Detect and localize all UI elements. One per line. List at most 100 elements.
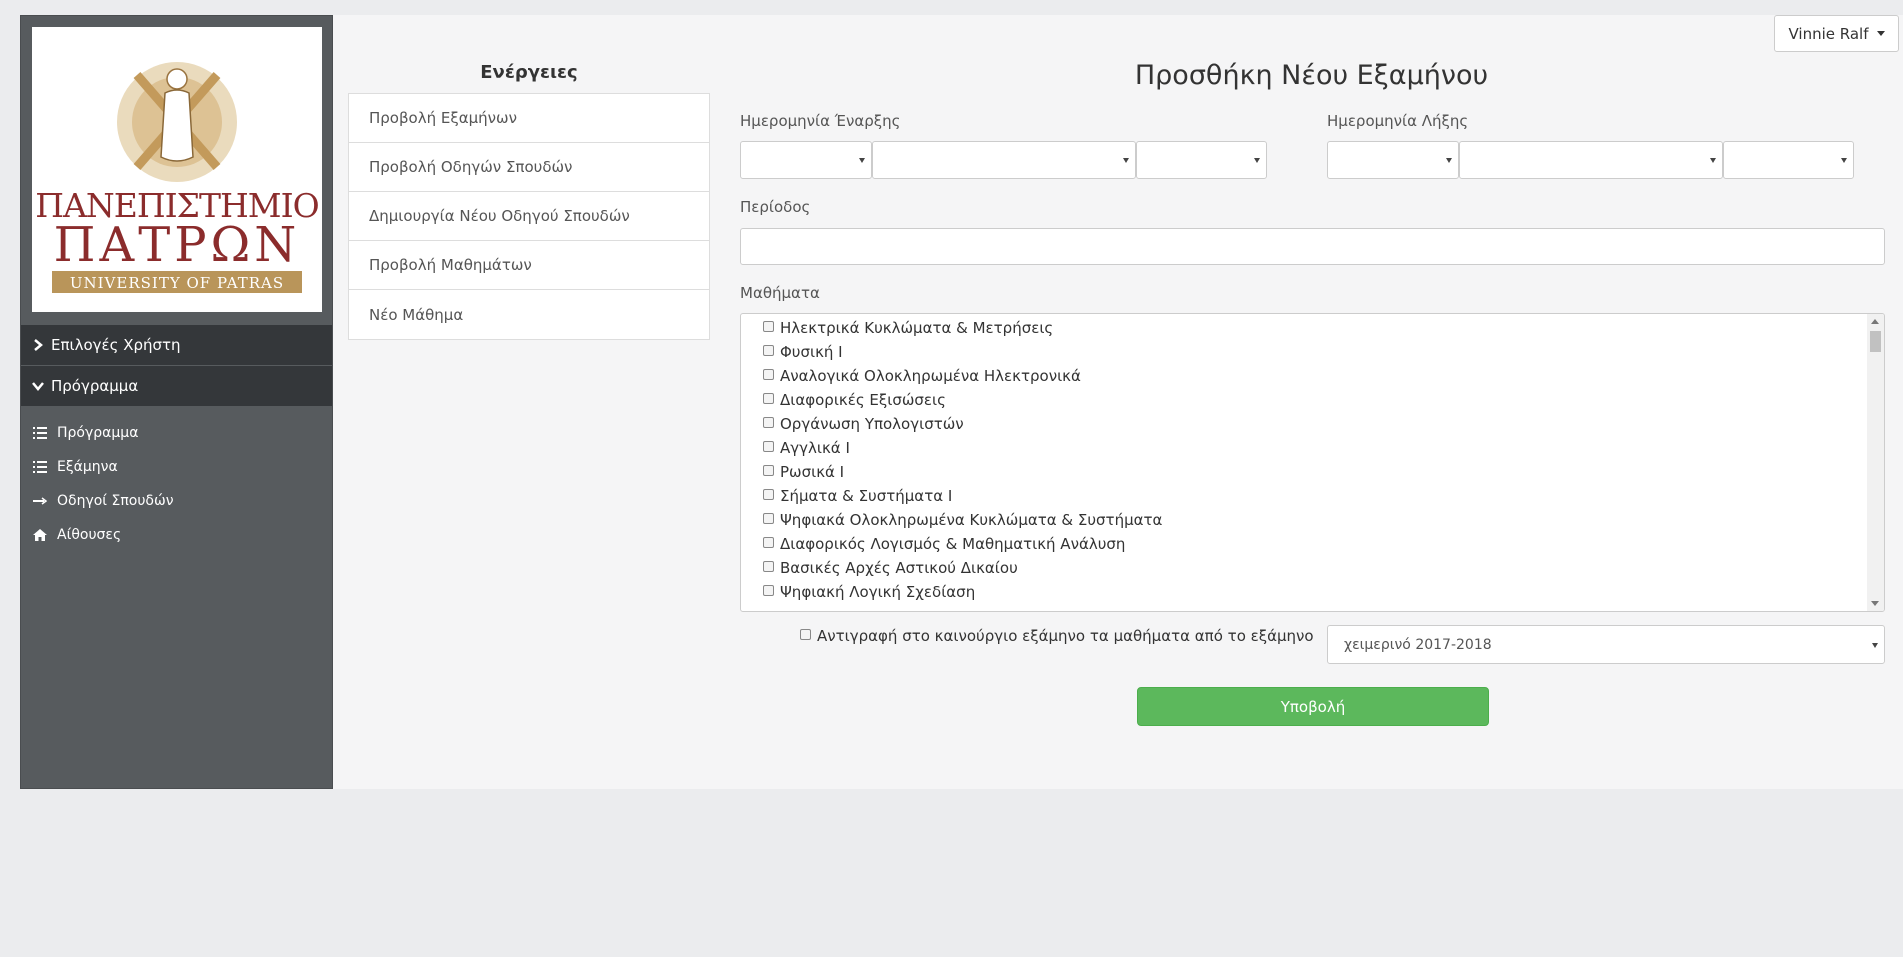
list-icon (33, 460, 47, 474)
sidebar-item-rooms[interactable]: Αίθουσες (33, 518, 174, 552)
course-checkbox[interactable] (763, 512, 774, 524)
sidebar-section-user-options[interactable]: Επιλογές Χρήστη (21, 325, 332, 365)
end-year-select[interactable] (1723, 141, 1854, 179)
sidebar-item-label: Πρόγραμμα (57, 425, 139, 441)
sidebar-item-label: Αίθουσες (57, 527, 122, 543)
course-checkbox[interactable] (763, 536, 774, 548)
start-month-select[interactable] (872, 141, 1136, 179)
course-label: Ψηφιακή Λογική Σχεδίαση (780, 583, 976, 601)
start-year-select[interactable] (1136, 141, 1267, 179)
course-label: Διαφορικός Λογισμός & Μαθηματική Ανάλυση (780, 535, 1126, 553)
university-logo[interactable]: ΠΑΝΕΠΙΣΤΗΜΙΟ ΠΑΤΡΩΝ UNIVERSITY OF PATRAS (32, 27, 322, 312)
action-new-course[interactable]: Νέο Μάθημα (349, 290, 709, 339)
courses-label: Μαθήματα (740, 284, 820, 302)
sidebar-section-program[interactable]: Πρόγραμμα (21, 366, 332, 406)
course-label: Διαφορικές Εξισώσεις (780, 391, 946, 409)
course-checkbox[interactable] (763, 560, 774, 572)
caret-down-icon (1254, 158, 1260, 163)
end-day-select[interactable] (1327, 141, 1459, 179)
period-input[interactable] (740, 228, 1885, 265)
courses-scrollbar[interactable] (1867, 314, 1884, 611)
course-checkbox[interactable] (763, 416, 774, 428)
course-checkbox[interactable] (763, 584, 774, 596)
home-icon (33, 528, 47, 542)
sidebar-menu: Πρόγραμμα Εξάμηνα Οδηγοί Σπουδών Αίθουσε… (33, 416, 174, 552)
course-label: Ρωσικά Ι (780, 463, 845, 481)
sidebar-item-program[interactable]: Πρόγραμμα (33, 416, 174, 450)
course-item[interactable]: Ρωσικά Ι (763, 460, 1162, 484)
course-item[interactable]: Αναλογικά Ολοκληρωμένα Ηλεκτρονικά (763, 364, 1162, 388)
course-label: Σήματα & Συστήματα Ι (780, 487, 953, 505)
course-item[interactable]: Φυσική Ι (763, 340, 1162, 364)
page-title: Προσθήκη Νέου Εξαμήνου (1134, 60, 1489, 91)
action-new-study-guide[interactable]: Δημιουργία Νέου Οδηγού Σπουδών (349, 192, 709, 241)
scroll-down-arrow-icon[interactable] (1871, 601, 1879, 606)
caret-down-icon (1872, 643, 1878, 648)
course-checkbox[interactable] (763, 488, 774, 500)
course-item[interactable]: Διαφορικός Λογισμός & Μαθηματική Ανάλυση (763, 532, 1162, 556)
action-view-semesters[interactable]: Προβολή Εξαμήνων (349, 94, 709, 143)
courses-listbox[interactable]: Ηλεκτρικά Κυκλώματα & Μετρήσεις Φυσική Ι… (740, 313, 1885, 612)
copy-courses-option[interactable]: Αντιγραφή στο καινούργιο εξάμηνο τα μαθή… (800, 627, 1314, 645)
course-checkbox[interactable] (763, 320, 774, 332)
course-item[interactable]: Βασικές Αρχές Αστικού Δικαίου (763, 556, 1162, 580)
course-item[interactable]: Ψηφιακά Ολοκληρωμένα Κυκλώματα & Συστήμα… (763, 508, 1162, 532)
caret-down-icon (1123, 158, 1129, 163)
course-label: Φυσική Ι (780, 343, 843, 361)
sidebar-section-label: Επιλογές Χρήστη (51, 336, 181, 354)
saint-andrew-emblem (117, 62, 237, 182)
action-view-study-guides[interactable]: Προβολή Οδηγών Σπουδών (349, 143, 709, 192)
course-checkbox[interactable] (763, 344, 774, 356)
end-date-label: Ημερομηνία Λήξης (1327, 112, 1469, 130)
scroll-thumb[interactable] (1870, 331, 1881, 352)
copy-courses-label: Αντιγραφή στο καινούργιο εξάμηνο τα μαθή… (817, 627, 1314, 645)
caret-down-icon (1876, 31, 1885, 36)
sidebar-section-label: Πρόγραμμα (51, 377, 139, 395)
course-label: Βασικές Αρχές Αστικού Δικαίου (780, 559, 1018, 577)
copy-semester-value: χειμερινό 2017-2018 (1344, 637, 1492, 653)
start-day-select[interactable] (740, 141, 872, 179)
course-list: Ηλεκτρικά Κυκλώματα & Μετρήσεις Φυσική Ι… (763, 316, 1162, 604)
start-date-label: Ημερομηνία Έναρξης (740, 112, 901, 130)
course-label: Αγγλικά Ι (780, 439, 850, 457)
chevron-down-icon (31, 381, 45, 391)
course-item[interactable]: Ηλεκτρικά Κυκλώματα & Μετρήσεις (763, 316, 1162, 340)
course-checkbox[interactable] (763, 440, 774, 452)
sidebar-item-semesters[interactable]: Εξάμηνα (33, 450, 174, 484)
course-label: Αναλογικά Ολοκληρωμένα Ηλεκτρονικά (780, 367, 1081, 385)
end-month-select[interactable] (1459, 141, 1723, 179)
actions-title: Ενέργειες (480, 62, 578, 83)
period-label: Περίοδος (740, 198, 811, 216)
user-name: Vinnie Ralf (1788, 24, 1869, 43)
course-label: Ψηφιακά Ολοκληρωμένα Κυκλώματα & Συστήμα… (780, 511, 1163, 529)
course-item[interactable]: Αγγλικά Ι (763, 436, 1162, 460)
copy-semester-select[interactable]: χειμερινό 2017-2018 (1327, 625, 1885, 664)
caret-down-icon (1841, 158, 1847, 163)
course-label: Ηλεκτρικά Κυκλώματα & Μετρήσεις (780, 319, 1054, 337)
caret-down-icon (1710, 158, 1716, 163)
scroll-up-arrow-icon[interactable] (1871, 319, 1879, 324)
logo-line-2: ΠΑΤΡΩΝ (54, 217, 301, 273)
sidebar-item-label: Εξάμηνα (57, 459, 118, 475)
sidebar: ΠΑΝΕΠΙΣΤΗΜΙΟ ΠΑΤΡΩΝ UNIVERSITY OF PATRAS… (20, 15, 333, 789)
course-item[interactable]: Διαφορικές Εξισώσεις (763, 388, 1162, 412)
actions-list: Προβολή Εξαμήνων Προβολή Οδηγών Σπουδών … (348, 93, 710, 340)
course-checkbox[interactable] (763, 392, 774, 404)
course-item[interactable]: Σήματα & Συστήματα Ι (763, 484, 1162, 508)
action-view-courses[interactable]: Προβολή Μαθημάτων (349, 241, 709, 290)
arrow-right-icon (33, 494, 47, 508)
user-menu-button[interactable]: Vinnie Ralf (1774, 15, 1899, 52)
logo-line-3: UNIVERSITY OF PATRAS (70, 274, 284, 292)
chevron-right-icon (31, 339, 45, 351)
course-checkbox[interactable] (763, 368, 774, 380)
course-checkbox[interactable] (763, 464, 774, 476)
caret-down-icon (1446, 158, 1452, 163)
copy-courses-checkbox[interactable] (800, 628, 811, 640)
list-icon (33, 426, 47, 440)
submit-button[interactable]: Υποβολή (1137, 687, 1489, 726)
course-item[interactable]: Ψηφιακή Λογική Σχεδίαση (763, 580, 1162, 604)
sidebar-item-study-guides[interactable]: Οδηγοί Σπουδών (33, 484, 174, 518)
course-item[interactable]: Οργάνωση Υπολογιστών (763, 412, 1162, 436)
course-label: Οργάνωση Υπολογιστών (780, 415, 964, 433)
sidebar-item-label: Οδηγοί Σπουδών (57, 493, 174, 509)
